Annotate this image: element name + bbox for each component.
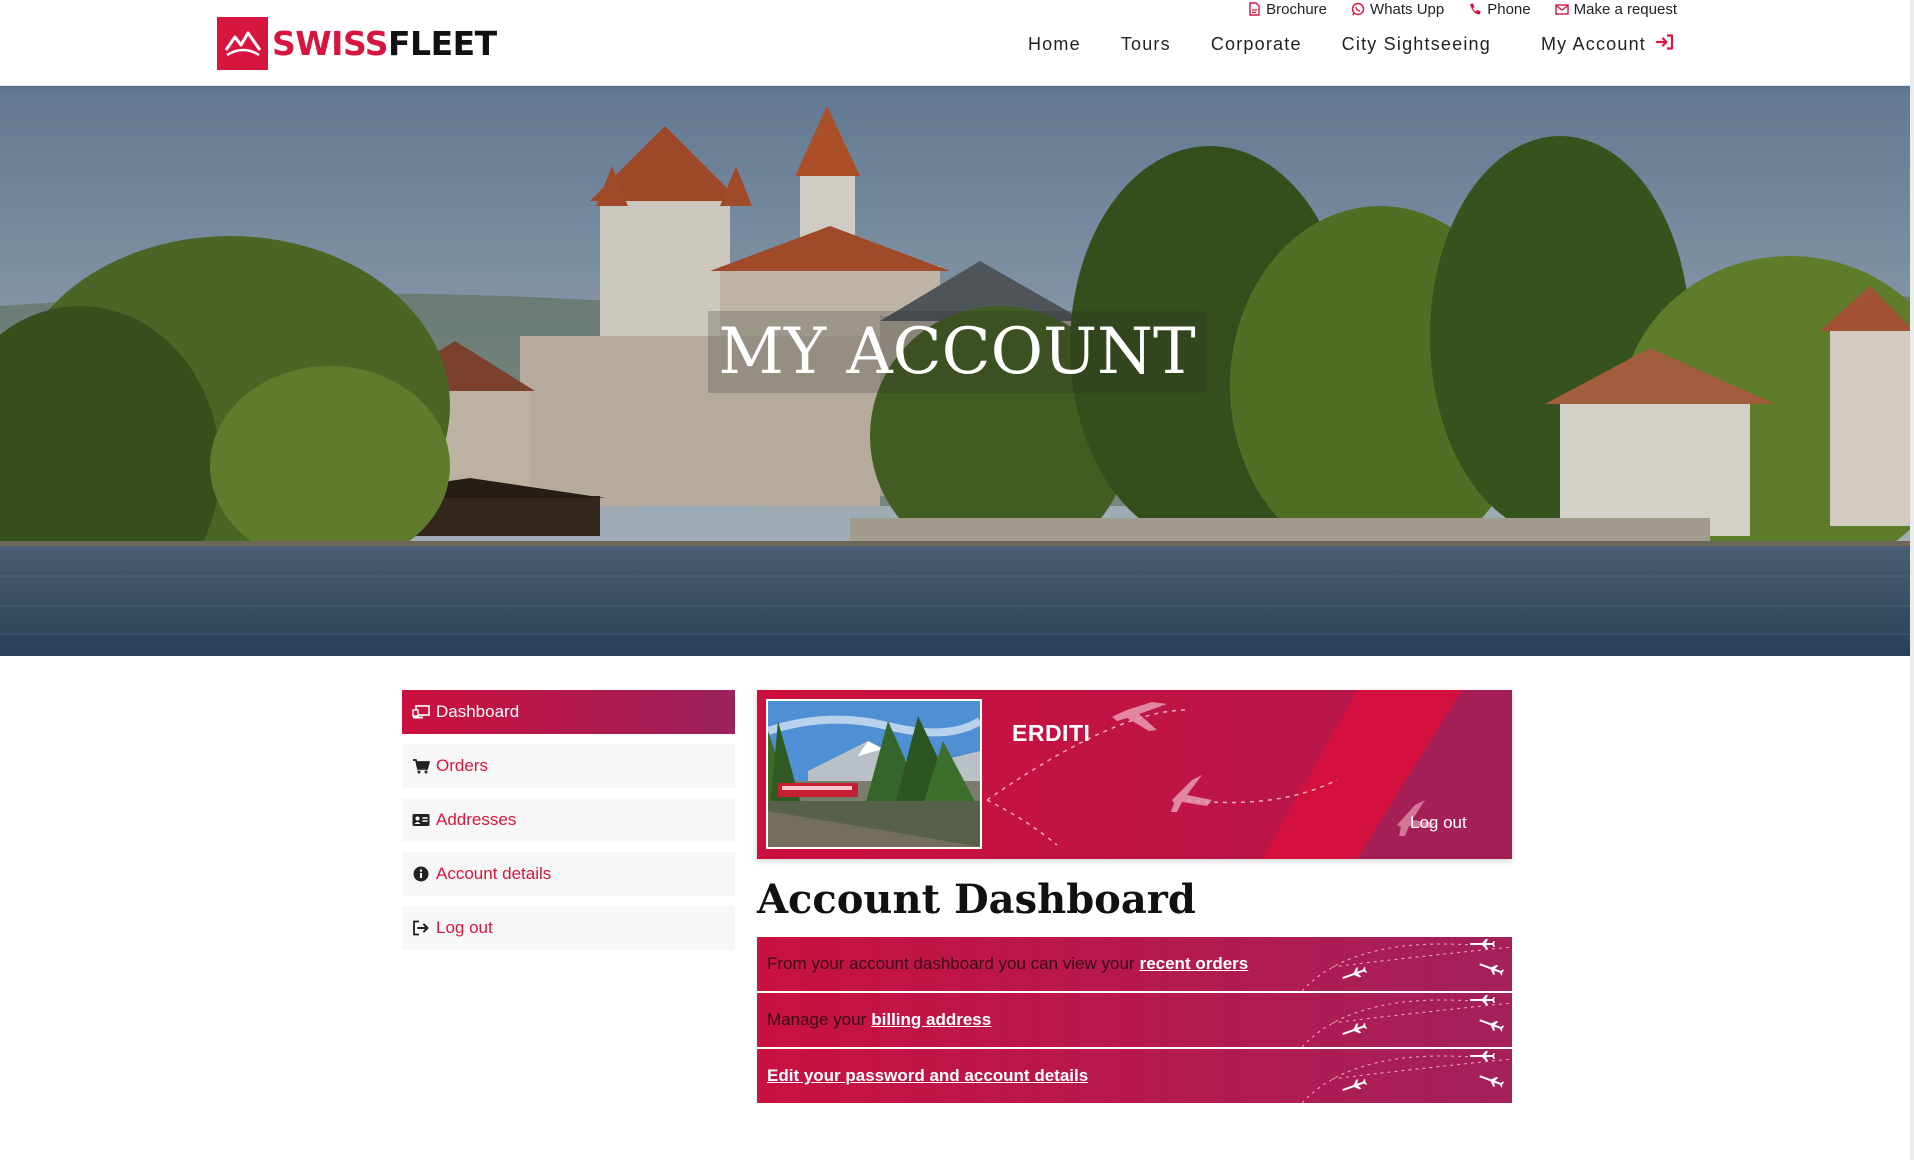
hero-title: MY ACCOUNT	[0, 311, 1914, 393]
nav-home[interactable]: Home	[1028, 34, 1081, 55]
sidebar-item-dashboard[interactable]: Dashboard	[402, 690, 735, 734]
topbar-request-label: Make a request	[1573, 0, 1677, 18]
topbar-phone[interactable]: Phone	[1468, 0, 1531, 18]
sidebar-item-account-details[interactable]: Account details	[402, 852, 735, 896]
info-circle-icon	[412, 865, 430, 883]
dashboard-title: Account Dashboard	[757, 876, 1196, 923]
profile-card: ERDITI Log out	[757, 690, 1512, 859]
site-header: SWISSFLEET Brochure Whats Upp Phone Make…	[0, 0, 1914, 86]
account-sidebar: Dashboard Orders Addresses Account detai…	[402, 690, 735, 960]
topbar-brochure[interactable]: Brochure	[1247, 1, 1327, 18]
dashboard-row-orders: From your account dashboard you can view…	[757, 937, 1512, 991]
topbar-request[interactable]: Make a request	[1554, 0, 1677, 18]
hero-title-text: MY ACCOUNT	[708, 311, 1206, 393]
airplane-pattern	[1301, 995, 1512, 1047]
airplane-pattern	[1301, 1051, 1512, 1103]
sidebar-item-addresses[interactable]: Addresses	[402, 798, 735, 842]
nav-tours[interactable]: Tours	[1121, 34, 1171, 55]
envelope-icon	[1554, 2, 1569, 16]
topbar-phone-label: Phone	[1487, 0, 1531, 18]
profile-photo[interactable]	[766, 699, 982, 849]
logo-text: SWISSFLEET	[272, 24, 497, 63]
topbar-brochure-label: Brochure	[1266, 0, 1328, 18]
sidebar-item-label: Orders	[436, 756, 488, 775]
main-nav: Home Tours Corporate City Sightseeing My…	[988, 30, 1674, 58]
airplane-pattern	[1301, 939, 1512, 991]
profile-username: ERDITI	[1012, 720, 1091, 746]
logo-mark-icon	[217, 17, 268, 70]
dashboard-row-text: From your account dashboard you can view…	[767, 954, 1135, 973]
billing-address-link[interactable]: billing address	[871, 1010, 991, 1030]
top-contact-bar: Brochure Whats Upp Phone Make a request	[1247, 0, 1677, 18]
sidebar-item-log-out[interactable]: Log out	[402, 906, 735, 950]
sidebar-item-orders[interactable]: Orders	[402, 744, 735, 788]
topbar-whatsapp-label: Whats Upp	[1370, 0, 1445, 18]
profile-logout-link[interactable]: Log out	[1410, 813, 1467, 833]
edit-account-details-link[interactable]: Edit your password and account details	[767, 1066, 1088, 1086]
cart-icon	[412, 757, 430, 775]
hero-banner: MY ACCOUNT	[0, 86, 1914, 656]
nav-my-account-label: My Account	[1540, 33, 1646, 54]
dashboard-row-billing: Manage your billing address	[757, 993, 1512, 1047]
dashboard-row-account-details: Edit your password and account details	[757, 1049, 1512, 1103]
logo[interactable]: SWISSFLEET	[217, 17, 497, 70]
topbar-whatsapp[interactable]: Whats Upp	[1351, 1, 1444, 18]
laptop-icon	[412, 703, 430, 721]
sidebar-item-label: Log out	[436, 918, 493, 937]
file-pdf-icon	[1247, 2, 1261, 16]
whatsapp-icon	[1351, 2, 1365, 16]
recent-orders-link[interactable]: recent orders	[1140, 954, 1249, 974]
scrollbar[interactable]	[1910, 0, 1914, 1160]
sign-in-icon	[1655, 33, 1674, 55]
nav-my-account[interactable]: My Account	[1541, 34, 1674, 55]
nav-city-sightseeing[interactable]: City Sightseeing	[1342, 34, 1491, 55]
dashboard-rows: From your account dashboard you can view…	[757, 937, 1512, 1105]
profile-mountain-train-image	[768, 701, 980, 847]
dashboard-row-text: Manage your	[767, 1010, 867, 1029]
nav-corporate[interactable]: Corporate	[1211, 34, 1302, 55]
address-card-icon	[412, 811, 430, 829]
sidebar-item-label: Dashboard	[436, 702, 520, 721]
phone-icon	[1468, 2, 1482, 16]
sidebar-item-label: Account details	[436, 864, 552, 883]
sign-out-icon	[412, 919, 430, 937]
sidebar-item-label: Addresses	[436, 810, 517, 829]
